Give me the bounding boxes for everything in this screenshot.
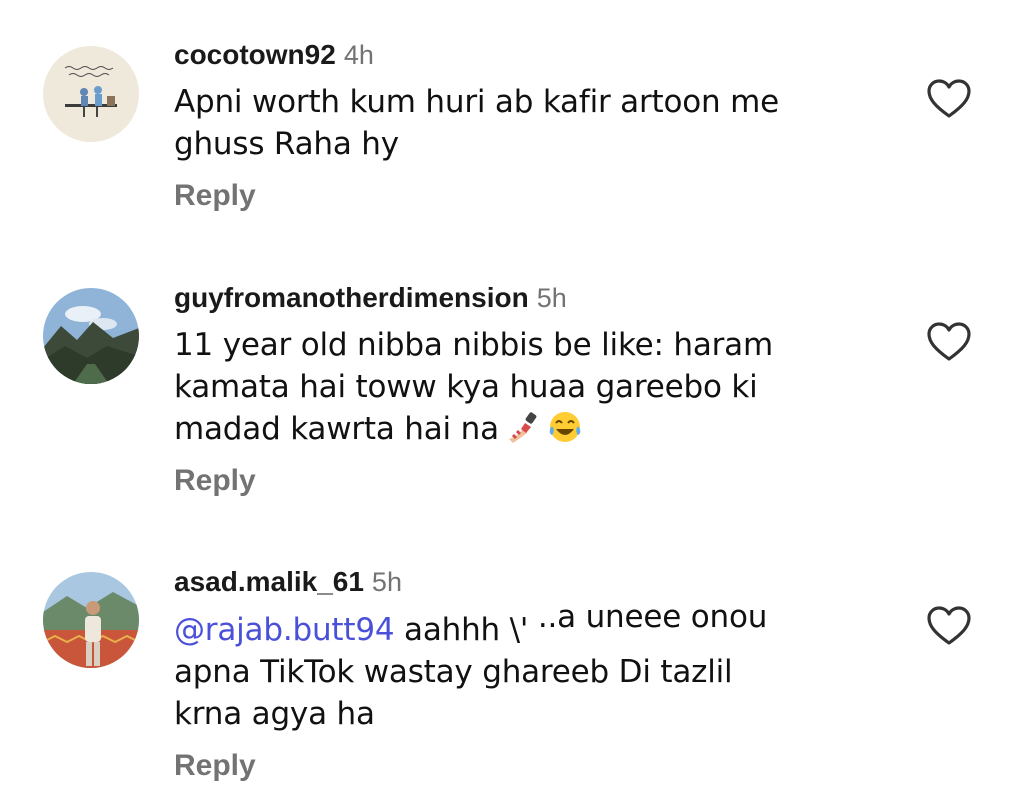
comment-text-line-wrap: madad kawrta hai na: [174, 408, 894, 450]
comment-text: @rajab.butt94 aahhh \' ..a uneee onou ap…: [174, 608, 894, 735]
heart-outline-icon[interactable]: [926, 321, 972, 363]
comment-text-line-wrap: @rajab.butt94 aahhh \' ..a uneee onou: [174, 608, 894, 651]
reply-button[interactable]: Reply: [174, 464, 256, 498]
comment-timestamp: 5h: [371, 567, 402, 597]
comment-text-line: apna TikTok wastay ghareeb Di tazlil: [174, 654, 733, 690]
nail-polish-emoji: [508, 412, 537, 443]
avatar-image: [43, 288, 139, 384]
comment-text: 11 year old nibba nibbis be like: haram …: [174, 324, 894, 450]
user-avatar[interactable]: [43, 572, 139, 668]
reply-button[interactable]: Reply: [174, 749, 256, 783]
user-avatar[interactable]: [43, 46, 139, 142]
comment-text-line: madad kawrta hai na: [174, 411, 499, 447]
username[interactable]: cocotown92: [174, 39, 336, 70]
comment-text-line: kamata hai toww kya huaa gareebo ki: [174, 369, 758, 405]
comment-text-line: ghuss Raha hy: [174, 126, 399, 162]
comment-text-fragment: aahhh \': [404, 612, 529, 648]
comment-text-line: krna agya ha: [174, 696, 375, 732]
user-avatar[interactable]: [43, 288, 139, 384]
heart-outline-icon[interactable]: [926, 605, 972, 647]
comment-text-line: Apni worth kum huri ab kafir artoon me: [174, 84, 779, 120]
tears-of-joy-emoji: [549, 412, 581, 442]
avatar-image: [43, 46, 139, 142]
comment-timestamp: 4h: [343, 40, 374, 70]
username[interactable]: guyfromanotherdimension: [174, 282, 529, 313]
heart-outline-icon[interactable]: [926, 78, 972, 120]
comment-timestamp: 5h: [536, 283, 567, 313]
username[interactable]: asad.malik_61: [174, 566, 364, 597]
comment-text-line: 11 year old nibba nibbis be like: haram: [174, 327, 773, 363]
reply-button[interactable]: Reply: [174, 179, 256, 213]
avatar-image: [43, 572, 139, 668]
comment-text: Apni worth kum huri ab kafir artoon me g…: [174, 81, 894, 165]
comment-text-clipped: ..a uneee onou: [537, 608, 768, 635]
mention-link[interactable]: @rajab.butt94: [174, 612, 395, 648]
